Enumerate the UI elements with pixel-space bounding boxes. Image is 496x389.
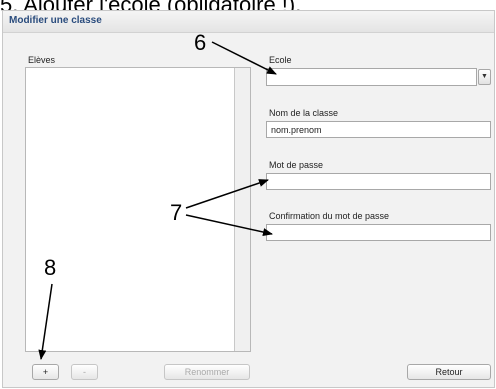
- arrow-6-to-ecole: [211, 41, 277, 75]
- annotation-arrows: [38, 41, 277, 360]
- arrow-8-to-add: [38, 283, 53, 360]
- arrow-7-to-confirm: [185, 214, 273, 236]
- arrow-7-to-password: [185, 179, 269, 209]
